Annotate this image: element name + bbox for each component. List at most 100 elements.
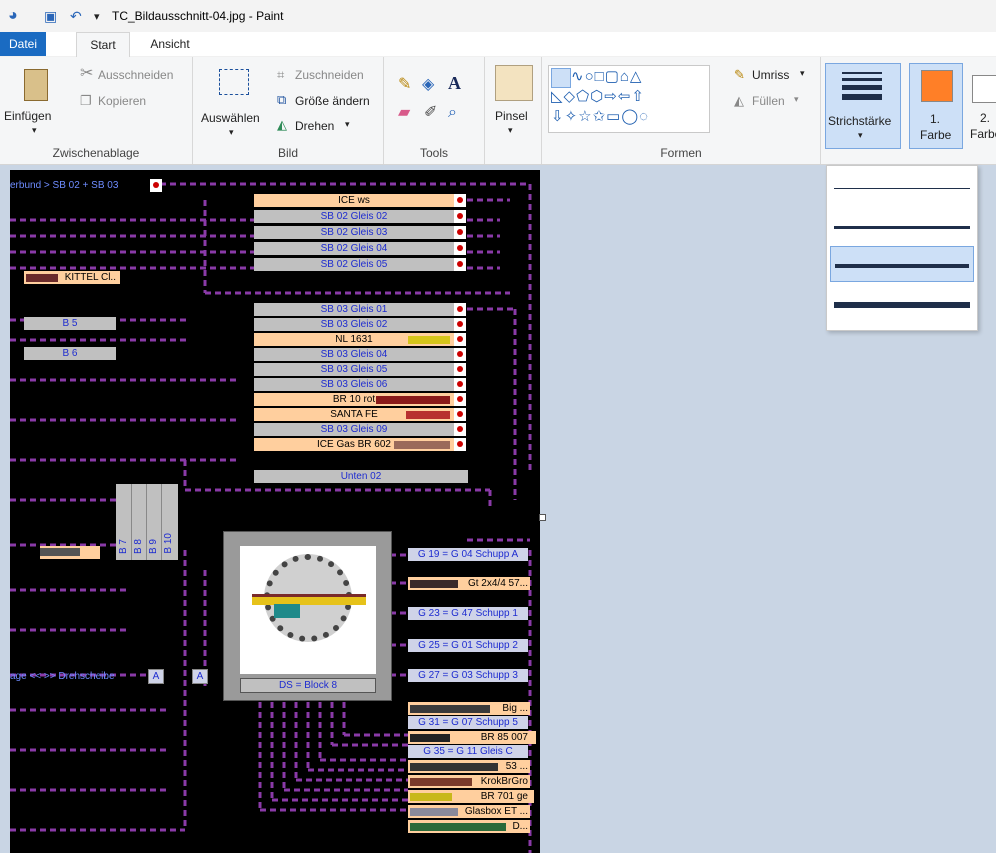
stroke-option-1px[interactable] [830, 170, 974, 206]
signal-icon [454, 210, 466, 223]
block-g27: G 27 = G 03 Schupp 3 [408, 669, 528, 682]
vertical-blocks: B 7 B 8 B 9 B 10 [116, 484, 178, 560]
color-picker-icon[interactable]: ✐ [424, 105, 437, 121]
block-sb03-gleis01: SB 03 Gleis 01 [254, 303, 454, 316]
block-sb03-gleis09: SB 03 Gleis 09 [254, 423, 454, 436]
brush-button[interactable]: Pinsel [495, 109, 528, 123]
title-bar: ◕ ▣ ↶ ▾ TC_Bildausschnitt-04.jpg - Paint [0, 0, 996, 32]
signal-icon [454, 438, 466, 451]
select-button[interactable]: Auswählen ▾ [199, 65, 265, 143]
block-sb02-gleis04: SB 02 Gleis 04 [254, 242, 454, 255]
locomotive-icon [410, 808, 458, 816]
rotate-dropdown-icon[interactable]: ▾ [345, 119, 350, 130]
stroke-option-8px[interactable] [830, 284, 974, 320]
magnifier-icon[interactable]: ⌕ [448, 105, 457, 121]
signal-icon [454, 258, 466, 271]
shape-icons-row-2: ◺◇⬠⬡⇨⇦⇧ [551, 88, 645, 105]
signal-icon [454, 194, 466, 207]
group-label-tools: Tools [419, 146, 448, 160]
a-label-2: A [192, 669, 208, 684]
save-icon[interactable]: ▣ [44, 8, 57, 24]
outline-button[interactable]: Umriss [752, 68, 789, 82]
pencil-icon[interactable]: ✎ [398, 77, 411, 93]
line-shape-icon[interactable] [551, 68, 571, 88]
block-b6: B 6 [24, 347, 116, 360]
tab-ansicht[interactable]: Ansicht [140, 32, 200, 56]
turntable-label: DS = Block 8 [240, 678, 376, 693]
signal-icon [454, 423, 466, 436]
ribbon: Einfügen ▾ ✂ Ausschneiden ❐ Kopieren Zwi… [0, 57, 996, 165]
shapes-gallery[interactable]: ∿○□▢⌂△ ◺◇⬠⬡⇨⇦⇧ ⇩✧☆✩▭◯◌ [548, 65, 710, 133]
canvas-image[interactable]: erbund > SB 02 + SB 03 ICE ws SB 02 Glei… [10, 170, 540, 853]
copy-button[interactable]: Kopieren [98, 94, 146, 108]
block-sb03-gleis06: SB 03 Gleis 06 [254, 378, 454, 391]
stroke-option-5px[interactable] [830, 246, 974, 282]
locomotive-icon [410, 793, 452, 801]
locomotive-icon [410, 763, 498, 771]
paste-dropdown-icon: ▾ [32, 125, 37, 135]
block-ice-ws: ICE ws [254, 194, 454, 207]
locomotive-icon [376, 396, 450, 404]
signal-icon [454, 242, 466, 255]
block-g23: G 23 = G 47 Schupp 1 [408, 607, 528, 620]
block-sb02-gleis02: SB 02 Gleis 02 [254, 210, 454, 223]
block-b8: B 8 [131, 484, 147, 560]
resize-icon: ⧉ [277, 92, 287, 107]
clipboard-icon [24, 69, 48, 101]
stroke-width-button[interactable]: Strichstärke ▾ [825, 63, 901, 149]
eraser-icon[interactable]: ▰ [398, 105, 410, 121]
block-b10: B 10 [163, 533, 174, 554]
fill-dropdown-icon[interactable]: ▾ [794, 94, 799, 105]
color1-swatch [921, 70, 953, 102]
locomotive-icon [406, 411, 450, 419]
locomotive-icon [410, 705, 490, 713]
shape-icons-row-1: ∿○□▢⌂△ [571, 68, 643, 85]
block-b7: B 7 [116, 484, 132, 560]
rotate-button[interactable]: Drehen [295, 119, 334, 133]
tab-datei[interactable]: Datei [0, 32, 46, 56]
undo-icon[interactable]: ↶ [70, 8, 82, 24]
resize-button[interactable]: Größe ändern [295, 94, 370, 108]
signal-icon [454, 363, 466, 376]
paste-button[interactable]: Einfügen ▾ [4, 65, 68, 143]
block-sb02-gleis03: SB 02 Gleis 03 [254, 226, 454, 239]
paint-app-icon[interactable]: ◕ [8, 8, 18, 24]
locomotive-icon [410, 580, 458, 588]
signal-icon [454, 348, 466, 361]
canvas-resize-handle[interactable] [539, 514, 546, 521]
outline-dropdown-icon[interactable]: ▾ [800, 68, 805, 79]
fill-button[interactable]: Füllen [752, 94, 785, 108]
locomotive-icon [410, 823, 506, 831]
window-title: TC_Bildausschnitt-04.jpg - Paint [112, 9, 284, 23]
menu-tabs: Datei Start Ansicht [0, 32, 996, 57]
crop-button[interactable]: Zuschneiden [295, 68, 364, 82]
group-label-clipboard: Zwischenablage [52, 146, 140, 160]
a-label-1: A [148, 669, 164, 684]
signal-icon [454, 378, 466, 391]
shape-icons-row-3: ⇩✧☆✩▭◯◌ [551, 108, 650, 125]
block-b9: B 9 [146, 484, 162, 560]
tab-start[interactable]: Start [76, 32, 130, 57]
group-label-shapes: Formen [660, 146, 702, 160]
block-top-label: erbund > SB 02 + SB 03 [10, 179, 150, 192]
signal-icon [454, 303, 466, 316]
block-sb03-gleis02: SB 03 Gleis 02 [254, 318, 454, 331]
brush-dropdown-icon[interactable]: ▾ [508, 125, 513, 136]
color1-button[interactable]: 1. Farbe [909, 63, 963, 149]
fill-bucket-icon[interactable]: ◈ [422, 77, 434, 93]
turntable-loco [274, 604, 300, 618]
stroke-option-3px[interactable] [830, 208, 974, 244]
block-sb03-gleis05: SB 03 Gleis 05 [254, 363, 454, 376]
group-label-image: Bild [277, 146, 298, 160]
signal-icon [454, 333, 466, 346]
brush-icon [495, 65, 533, 101]
color2-button[interactable]: 2. Farbe [966, 63, 996, 147]
locomotive-icon [410, 734, 450, 742]
cut-button[interactable]: Ausschneiden [98, 68, 173, 82]
turntable-inner [240, 546, 376, 674]
block-g19: G 19 = G 04 Schupp A [408, 548, 528, 561]
color2-swatch [972, 75, 996, 103]
text-icon[interactable]: A [448, 74, 461, 92]
quick-access-dropdown-icon[interactable]: ▾ [94, 9, 100, 25]
block-g35: G 35 = G 11 Gleis C [408, 745, 528, 758]
